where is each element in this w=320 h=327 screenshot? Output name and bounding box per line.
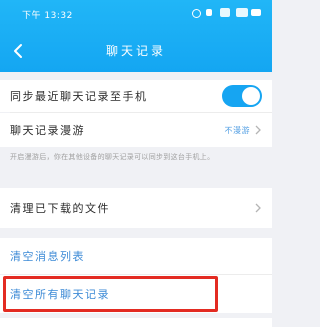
status-bar: 下午 13:32 bbox=[0, 0, 272, 24]
roaming-row[interactable]: 聊天记录漫游 不漫游 bbox=[0, 113, 272, 147]
chevron-right-icon bbox=[255, 203, 261, 213]
clear-downloaded-row[interactable]: 清理已下载的文件 bbox=[0, 188, 272, 228]
clear-message-list-row[interactable]: 清空消息列表 bbox=[0, 238, 272, 274]
clear-message-list-label: 清空消息列表 bbox=[10, 250, 85, 263]
highlight-box bbox=[3, 276, 218, 312]
roaming-label: 聊天记录漫游 bbox=[10, 124, 85, 137]
sync-toggle[interactable] bbox=[222, 85, 262, 107]
sync-label: 同步最近聊天记录至手机 bbox=[10, 90, 148, 103]
roaming-note: 开启漫游后，你在其他设备的聊天记录可以同步到这台手机上。 bbox=[10, 153, 215, 161]
nav-bar: 聊天记录 bbox=[0, 32, 272, 68]
status-time: 下午 13:32 bbox=[22, 11, 73, 21]
page-title: 聊天记录 bbox=[105, 44, 166, 58]
status-icons bbox=[192, 7, 262, 19]
header: 下午 13:32 聊天记录 bbox=[0, 0, 272, 72]
clear-downloaded-label: 清理已下载的文件 bbox=[10, 202, 110, 215]
roaming-value: 不漫游 bbox=[224, 125, 250, 135]
toggle-knob bbox=[242, 87, 260, 105]
sync-row[interactable]: 同步最近聊天记录至手机 bbox=[0, 80, 272, 112]
chevron-right-icon bbox=[255, 125, 261, 135]
screen: 下午 13:32 聊天记录 同步最近聊天记录至手机 聊天记录漫游 不漫游 开启漫… bbox=[0, 0, 272, 327]
next-row bbox=[0, 318, 272, 327]
